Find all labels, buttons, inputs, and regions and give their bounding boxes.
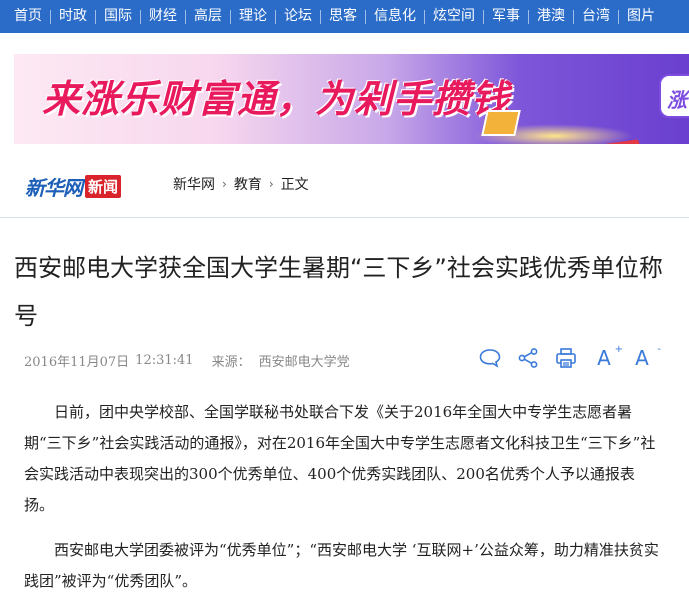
nav-divider <box>618 9 619 24</box>
nav-divider <box>275 9 276 24</box>
nav-divider <box>424 9 425 24</box>
ad-banner[interactable]: 来涨乐财富通，为剁手攒钱 涨 <box>14 54 689 144</box>
font-increase-icon[interactable]: A + <box>592 344 623 370</box>
nav-divider <box>483 9 484 24</box>
breadcrumb-current: 正文 <box>280 177 309 193</box>
font-increase-letter: A <box>597 346 611 370</box>
app-logo: 涨 <box>659 74 689 118</box>
article-tools: A + A- <box>478 344 668 370</box>
comment-icon[interactable] <box>478 346 502 370</box>
article-body: 日前，团中央学校部、全国学联秘书处联合下发《关于2016年全国大中专学生志愿者暑… <box>24 397 664 598</box>
nav-item-hk-macao[interactable]: 港澳 <box>537 0 565 33</box>
chevron-right-icon: › <box>222 177 227 191</box>
nav-item-military[interactable]: 军事 <box>492 0 520 33</box>
nav-item-thinker[interactable]: 思客 <box>329 0 357 33</box>
font-decrease-icon[interactable]: A- <box>630 344 661 370</box>
breadcrumb-home[interactable]: 新华网 <box>173 174 215 194</box>
logo-news-badge: 新闻 <box>85 175 122 198</box>
nav-item-taiwan[interactable]: 台湾 <box>582 0 610 33</box>
app-logo-text: 涨 <box>667 88 687 112</box>
font-decrease-letter: A <box>635 346 649 370</box>
banner-slogan: 来涨乐财富通，为剁手攒钱 <box>42 77 511 121</box>
nav-divider <box>528 9 529 24</box>
banner-coin-box <box>481 110 521 136</box>
nav-item-finance[interactable]: 财经 <box>149 0 177 33</box>
nav-item-politics[interactable]: 时政 <box>59 0 87 33</box>
share-icon[interactable] <box>516 346 540 370</box>
article-time: 12:31:41 <box>135 353 194 368</box>
article-date: 2016年11月07日 <box>24 355 130 370</box>
print-icon[interactable] <box>554 346 578 370</box>
nav-divider <box>185 9 186 24</box>
logo-main-text: 新华网 <box>25 176 83 200</box>
nav-item-space[interactable]: 炫空间 <box>433 0 475 33</box>
nav-divider <box>95 9 96 24</box>
nav-divider <box>50 9 51 24</box>
nav-item-it[interactable]: 信息化 <box>374 0 416 33</box>
nav-item-theory[interactable]: 理论 <box>239 0 267 33</box>
site-logo[interactable]: 新华网 新闻 <box>25 172 122 201</box>
nav-item-world[interactable]: 国际 <box>104 0 132 33</box>
font-increase-plus: + <box>614 344 623 355</box>
breadcrumb-education[interactable]: 教育 <box>234 174 262 194</box>
article-title: 西安邮电大学获全国大学生暑期“三下乡”社会实践优秀单位称号 <box>14 254 663 330</box>
top-navigation: 首页 时政 国际 财经 高层 理论 论坛 思客 信息化 炫空间 军事 港澳 台湾… <box>0 0 689 33</box>
breadcrumb: 新华网 › 教育 › 正文 <box>173 174 309 194</box>
article-meta: 2016年11月07日 12:31:41 来源： 西安邮电大学党 <box>24 351 350 370</box>
article-paragraph: 日前，团中央学校部、全国学联秘书处联合下发《关于2016年全国大中专学生志愿者暑… <box>24 403 656 514</box>
nav-divider <box>230 9 231 24</box>
article-paragraph: 西安邮电大学团委被评为“优秀单位”；“西安邮电大学 ‘互联网+’公益众筹，助力精… <box>24 541 659 590</box>
nav-item-leaders[interactable]: 高层 <box>194 0 222 33</box>
nav-divider <box>140 9 141 24</box>
nav-item-photos[interactable]: 图片 <box>627 0 655 33</box>
nav-item-home[interactable]: 首页 <box>14 0 42 33</box>
nav-divider <box>320 9 321 24</box>
article-source: 西安邮电大学党 <box>258 355 350 370</box>
nav-divider <box>573 9 574 24</box>
breadcrumb-header: 新华网 新闻 新华网 › 教育 › 正文 <box>0 144 689 218</box>
chevron-right-icon: › <box>268 177 274 191</box>
font-decrease-minus: - <box>657 344 661 355</box>
source-label: 来源： <box>211 355 251 370</box>
nav-item-forum[interactable]: 论坛 <box>284 0 312 33</box>
nav-divider <box>365 9 366 24</box>
